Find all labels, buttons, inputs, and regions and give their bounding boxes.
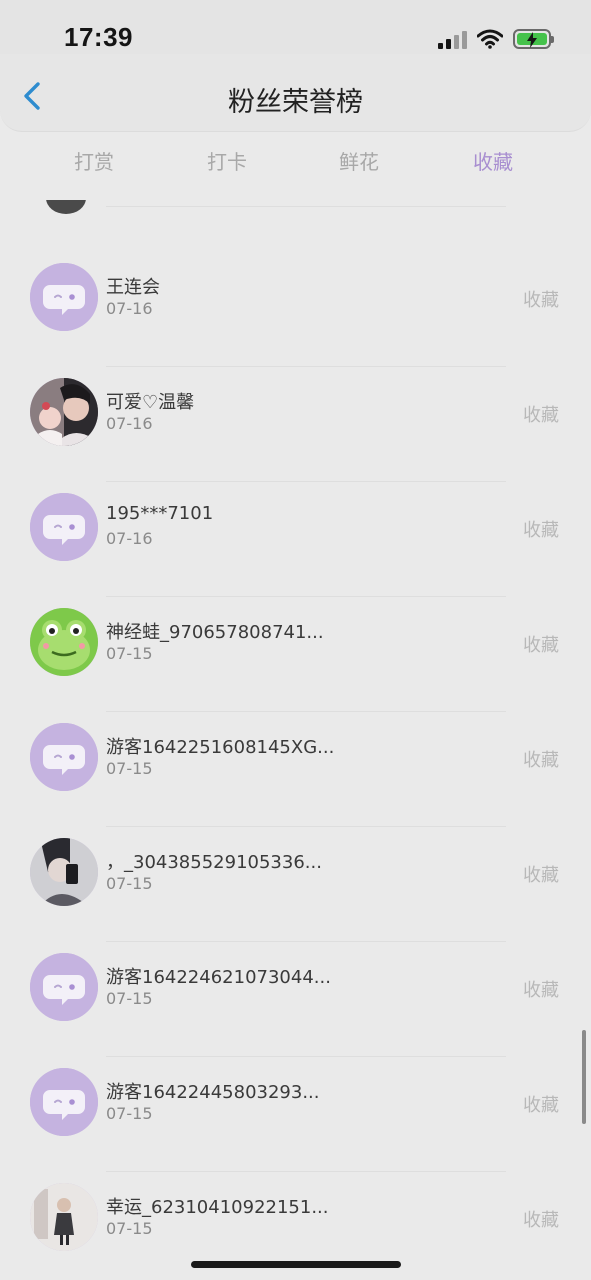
divider bbox=[106, 596, 506, 597]
tab-favorites[interactable]: 收藏 bbox=[473, 146, 513, 175]
avatar bbox=[46, 200, 86, 214]
photo-avatar bbox=[30, 378, 98, 446]
user-name: 195***7101 bbox=[106, 503, 214, 524]
user-name: 幸运_62310410922151... bbox=[106, 1197, 329, 1218]
user-name: 游客16422445803293... bbox=[106, 1082, 320, 1103]
divider bbox=[106, 826, 506, 827]
date: 07-15 bbox=[106, 644, 153, 663]
date: 07-15 bbox=[106, 1219, 153, 1238]
chat-bubble-icon bbox=[30, 493, 98, 561]
fan-list: 王连会 07-16 收藏 可爱♡温馨 07-16 收藏 195***7101 0… bbox=[0, 200, 591, 1280]
date: 07-15 bbox=[106, 874, 153, 893]
divider bbox=[106, 366, 506, 367]
user-name: 游客1642251608145XG... bbox=[106, 737, 335, 758]
divider bbox=[106, 206, 506, 207]
tab-checkin[interactable]: 打卡 bbox=[207, 146, 247, 175]
photo-avatar bbox=[30, 1183, 98, 1251]
divider bbox=[106, 481, 506, 482]
divider bbox=[106, 1171, 506, 1172]
favorite-label: 收藏 bbox=[523, 520, 559, 541]
date: 07-15 bbox=[106, 1104, 153, 1123]
tab-flowers[interactable]: 鲜花 bbox=[339, 146, 379, 175]
scrollbar[interactable] bbox=[582, 1030, 586, 1124]
chat-bubble-icon bbox=[30, 953, 98, 1021]
favorite-label: 收藏 bbox=[523, 1095, 559, 1116]
favorite-label: 收藏 bbox=[523, 1210, 559, 1231]
favorite-label: 收藏 bbox=[523, 290, 559, 311]
user-name: 可爱♡温馨 bbox=[106, 392, 195, 413]
divider bbox=[106, 941, 506, 942]
user-name: 游客164224621073044... bbox=[106, 967, 331, 988]
tab-tip[interactable]: 打赏 bbox=[74, 146, 114, 175]
user-name: 王连会 bbox=[106, 277, 160, 298]
divider bbox=[106, 1056, 506, 1057]
list-item[interactable]: 幸运_62310410922151... 07-15 收藏 bbox=[0, 1171, 591, 1280]
divider bbox=[106, 711, 506, 712]
user-name: 神经蛙_970657808741... bbox=[106, 622, 324, 643]
frog-icon bbox=[30, 608, 98, 676]
status-icons bbox=[438, 26, 554, 52]
tab-bar: 打赏 打卡 鲜花 收藏 bbox=[0, 140, 591, 180]
user-name: ，_304385529105336... bbox=[106, 852, 322, 873]
favorite-label: 收藏 bbox=[523, 750, 559, 771]
navigation-header: 粉丝荣誉榜 bbox=[0, 54, 591, 132]
date: 07-16 bbox=[106, 529, 153, 548]
favorite-label: 收藏 bbox=[523, 865, 559, 886]
page-title: 粉丝荣誉榜 bbox=[228, 87, 363, 118]
home-indicator[interactable] bbox=[191, 1261, 401, 1268]
date: 07-16 bbox=[106, 299, 153, 318]
date: 07-16 bbox=[106, 414, 153, 433]
date: 07-15 bbox=[106, 989, 153, 1008]
photo-avatar bbox=[30, 838, 98, 906]
chat-bubble-icon bbox=[30, 723, 98, 791]
date: 07-15 bbox=[106, 759, 153, 778]
chat-bubble-icon bbox=[30, 1068, 98, 1136]
status-time: 17:39 bbox=[64, 22, 133, 52]
cellular-signal-icon bbox=[438, 29, 467, 49]
chat-bubble-icon bbox=[30, 263, 98, 331]
favorite-label: 收藏 bbox=[523, 635, 559, 656]
favorite-label: 收藏 bbox=[523, 405, 559, 426]
favorite-label: 收藏 bbox=[523, 980, 559, 1001]
wifi-icon bbox=[477, 29, 503, 49]
battery-charging-icon bbox=[513, 29, 554, 49]
